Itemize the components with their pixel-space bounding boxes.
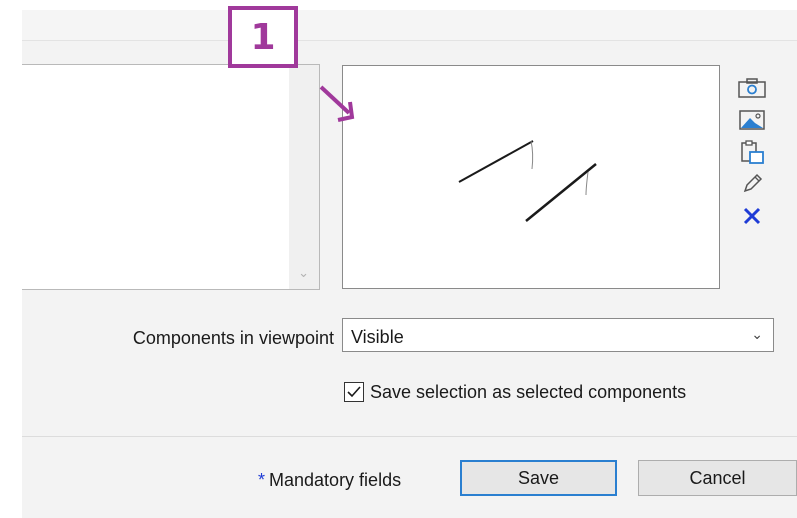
components-in-viewpoint-select[interactable]: Visible ⌄: [342, 318, 774, 352]
components-in-viewpoint-label: Components in viewpoint: [132, 328, 334, 348]
checkmark-icon: [347, 386, 361, 398]
cancel-button[interactable]: Cancel: [638, 460, 797, 496]
pencil-icon[interactable]: [732, 168, 772, 200]
save-selection-checkbox[interactable]: [344, 382, 364, 402]
mandatory-fields-note: * Mandatory fields: [258, 470, 401, 491]
components-list[interactable]: ⌄: [22, 64, 320, 290]
save-selection-row[interactable]: Save selection as selected components: [344, 380, 686, 404]
delete-icon[interactable]: [732, 200, 772, 232]
save-selection-label: Save selection as selected components: [370, 381, 687, 402]
list-scrollbar[interactable]: ⌄: [289, 65, 319, 289]
preview-toolbar: [732, 72, 772, 232]
select-value: Visible: [351, 327, 404, 347]
top-strip: [22, 10, 797, 41]
viewpoint-preview[interactable]: [342, 65, 720, 289]
scroll-down-icon[interactable]: ⌄: [298, 266, 309, 279]
camera-icon[interactable]: [732, 72, 772, 104]
image-icon[interactable]: [732, 104, 772, 136]
clipboard-icon[interactable]: [732, 136, 772, 168]
mandatory-asterisk: *: [258, 470, 266, 490]
viewpoint-dialog: ⌄ Components in viewpoint Visible ⌄ Save…: [22, 10, 797, 518]
chevron-down-icon[interactable]: ⌄: [751, 326, 763, 343]
footer-divider: [22, 436, 797, 437]
preview-sketch: [458, 140, 597, 222]
callout-number-badge: 1: [228, 6, 298, 68]
save-button[interactable]: Save: [460, 460, 617, 496]
mandatory-fields-text: Mandatory fields: [269, 470, 402, 490]
